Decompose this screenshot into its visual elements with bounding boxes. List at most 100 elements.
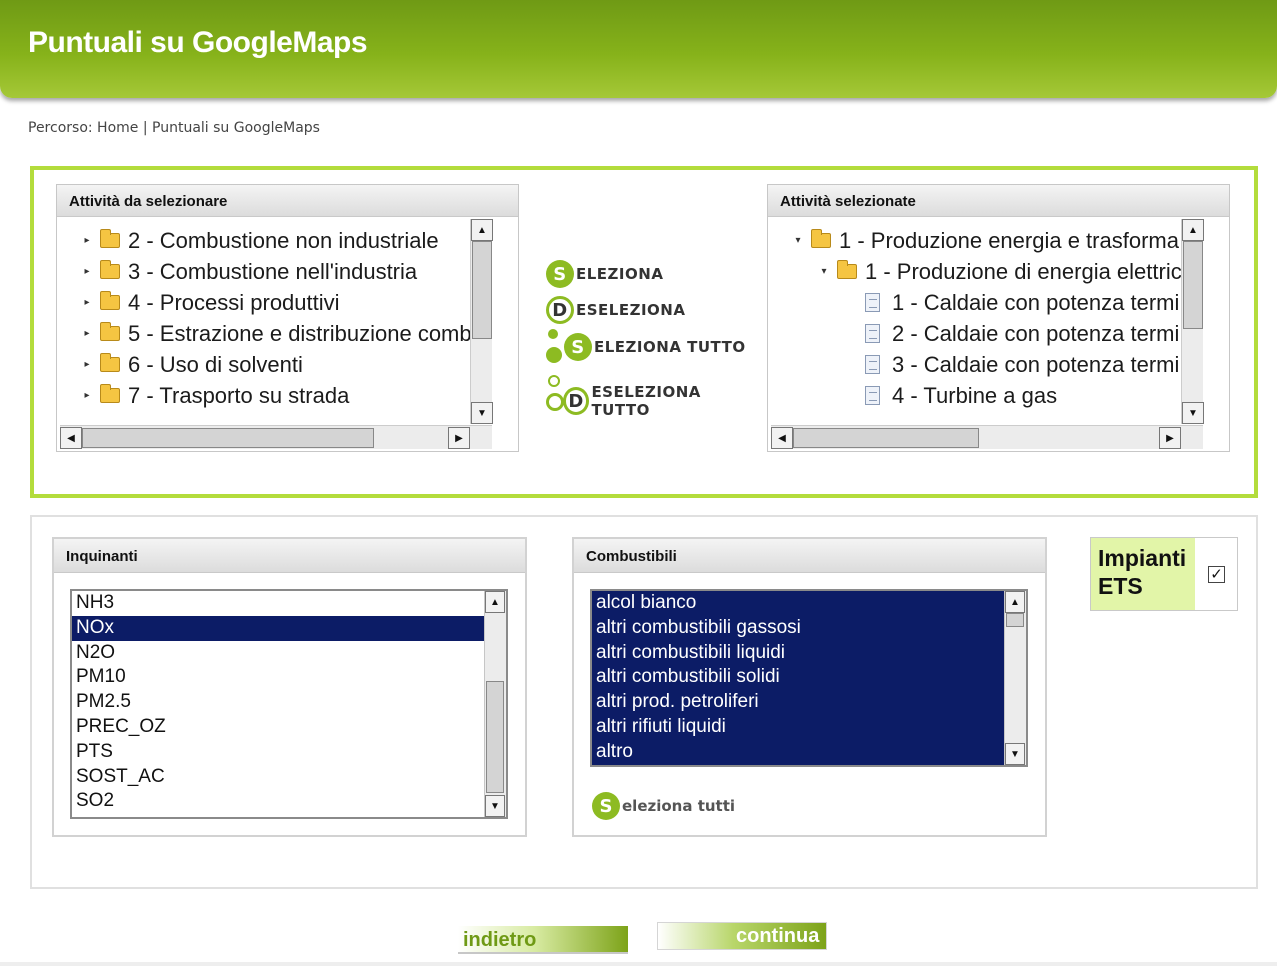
tree-item[interactable]: 1 - Caldaie con potenza termi: [771, 287, 1183, 318]
expand-arrow-icon[interactable]: ▸: [80, 235, 94, 246]
selected-activities-tree[interactable]: ▾ 1 - Produzione energia e trasforma ▾ 1…: [771, 219, 1183, 424]
pollutants-listbox[interactable]: NH3 NOx N2O PM10 PM2.5 PREC_OZ PTS SOST_…: [70, 589, 508, 819]
tree-item-label: 4 - Processi produttivi: [128, 289, 340, 315]
list-item-selected[interactable]: altri rifiuti liquidi: [592, 714, 1006, 740]
list-item-selected[interactable]: NOx: [72, 615, 486, 641]
tree-item-label: 1 - Caldaie con potenza termi: [892, 289, 1180, 315]
vertical-scrollbar[interactable]: ▲ ▼: [484, 591, 506, 817]
vertical-scrollbar[interactable]: ▲ ▼: [1004, 591, 1026, 765]
selected-activities-title: Attività selezionate: [768, 185, 1229, 217]
scroll-down-icon[interactable]: ▼: [471, 402, 493, 424]
deselect-all-button[interactable]: D ESELEZIONA TUTTO: [546, 375, 754, 419]
list-item[interactable]: PREC_OZ: [72, 715, 486, 740]
tree-item-label: 2 - Combustione non industriale: [128, 227, 439, 253]
collapse-arrow-icon[interactable]: ▾: [791, 235, 805, 246]
folder-icon: [837, 260, 857, 279]
vertical-scrollbar[interactable]: ▲ ▼: [1181, 219, 1204, 424]
scroll-up-icon[interactable]: ▲: [1005, 591, 1025, 613]
deselect-button[interactable]: D ESELEZIONA: [546, 296, 685, 324]
tree-item[interactable]: ▾ 1 - Produzione di energia elettric: [771, 256, 1183, 287]
page-title: Puntuali su GoogleMaps: [28, 26, 368, 59]
tree-item-label: 1 - Produzione energia e trasforma: [839, 227, 1179, 253]
list-item[interactable]: SOST_AC: [72, 765, 486, 790]
scrollbar-thumb[interactable]: [472, 241, 492, 339]
tree-item-label: 5 - Estrazione e distribuzione comb: [128, 320, 472, 346]
ets-checkbox[interactable]: ✓: [1208, 566, 1225, 583]
expand-arrow-icon[interactable]: ▸: [80, 328, 94, 339]
available-activities-tree[interactable]: ▸ 2 - Combustione non industriale ▸ 3 - …: [60, 219, 492, 424]
folder-icon: [100, 260, 120, 279]
select-button[interactable]: S ELEZIONA: [546, 260, 663, 288]
expand-arrow-icon[interactable]: ▸: [80, 266, 94, 277]
list-item-selected[interactable]: altri prod. petroliferi: [592, 690, 1006, 715]
list-item[interactable]: SO2: [72, 789, 486, 814]
collapse-arrow-icon[interactable]: ▾: [817, 266, 831, 277]
scroll-right-icon[interactable]: ▶: [448, 427, 470, 449]
tree-item[interactable]: ▸ 6 - Uso di solventi: [60, 349, 492, 380]
tree-item-label: 6 - Uso di solventi: [128, 351, 303, 377]
fuels-listbox[interactable]: alcol bianco altri combustibili gassosi …: [590, 589, 1028, 767]
tree-item-label: 3 - Caldaie con potenza termi: [892, 351, 1180, 377]
scroll-up-icon[interactable]: ▲: [471, 219, 493, 241]
horizontal-scrollbar[interactable]: ◀ ▶: [771, 425, 1203, 449]
vertical-scrollbar[interactable]: ▲ ▼: [470, 219, 493, 424]
list-item[interactable]: PTS: [72, 740, 486, 765]
tree-item[interactable]: ▸ 7 - Trasporto su strada: [60, 380, 492, 411]
decorative-dot-icon: [546, 347, 562, 363]
decorative-dot-icon: [548, 329, 558, 339]
list-item[interactable]: N2O: [72, 641, 486, 666]
folder-icon: [811, 229, 831, 248]
list-item-selected[interactable]: altro: [592, 739, 1006, 765]
scrollbar-thumb[interactable]: [1183, 241, 1203, 329]
scroll-left-icon[interactable]: ◀: [60, 427, 82, 449]
list-item-selected[interactable]: altri combustibili solidi: [592, 665, 1006, 691]
tree-item-label: 1 - Produzione di energia elettric: [865, 258, 1182, 284]
footer-divider: [0, 962, 1277, 966]
app-header: Puntuali su GoogleMaps: [0, 0, 1277, 98]
scroll-down-icon[interactable]: ▼: [1005, 743, 1025, 765]
folder-icon: [100, 322, 120, 341]
select-all-button[interactable]: S ELEZIONA TUTTO: [546, 329, 746, 363]
tree-item-label: 3 - Combustione nell'industria: [128, 258, 418, 284]
ets-filter: Impianti ETS ✓: [1090, 537, 1238, 611]
tree-item-label: 4 - Turbine a gas: [892, 382, 1058, 408]
list-item-selected[interactable]: alcol bianco: [592, 591, 1006, 616]
scroll-up-icon[interactable]: ▲: [485, 591, 505, 613]
scroll-up-icon[interactable]: ▲: [1182, 219, 1204, 241]
list-item[interactable]: PM10: [72, 665, 486, 690]
breadcrumb: Percorso: Home | Puntuali su GoogleMaps: [28, 120, 320, 136]
scrollbar-thumb[interactable]: [1006, 613, 1024, 627]
list-item[interactable]: PM2.5: [72, 690, 486, 715]
list-item-selected[interactable]: altri combustibili gassosi: [592, 615, 1006, 641]
scroll-down-icon[interactable]: ▼: [1182, 402, 1204, 424]
tree-item[interactable]: 3 - Caldaie con potenza termi: [771, 349, 1183, 380]
list-item-selected[interactable]: altri combustibili liquidi: [592, 640, 1006, 666]
document-icon: [865, 355, 880, 374]
decorative-ring-icon: [548, 375, 560, 387]
tree-item[interactable]: ▸ 4 - Processi produttivi: [60, 287, 492, 318]
tree-item[interactable]: 4 - Turbine a gas: [771, 380, 1183, 411]
tree-item[interactable]: ▸ 5 - Estrazione e distribuzione comb: [60, 318, 492, 349]
scrollbar-thumb[interactable]: [486, 681, 504, 793]
continue-button[interactable]: continua: [657, 922, 827, 950]
pollutants-box: Inquinanti NH3 NOx N2O PM10 PM2.5 PREC_O…: [52, 537, 527, 837]
tree-item[interactable]: ▸ 3 - Combustione nell'industria: [60, 256, 492, 287]
scrollbar-thumb[interactable]: [82, 428, 374, 448]
select-all-fuels-button[interactable]: S eleziona tutti: [592, 792, 735, 820]
tree-item[interactable]: ▾ 1 - Produzione energia e trasforma: [771, 225, 1183, 256]
expand-arrow-icon[interactable]: ▸: [80, 390, 94, 401]
scroll-down-icon[interactable]: ▼: [485, 795, 505, 817]
list-item[interactable]: NH3: [72, 591, 486, 616]
scrollbar-thumb[interactable]: [793, 428, 979, 448]
tree-item[interactable]: ▸ 2 - Combustione non industriale: [60, 225, 492, 256]
tree-item[interactable]: 2 - Caldaie con potenza termi: [771, 318, 1183, 349]
expand-arrow-icon[interactable]: ▸: [80, 297, 94, 308]
scroll-right-icon[interactable]: ▶: [1159, 427, 1181, 449]
scroll-left-icon[interactable]: ◀: [771, 427, 793, 449]
expand-arrow-icon[interactable]: ▸: [80, 359, 94, 370]
horizontal-scrollbar[interactable]: ◀ ▶: [60, 425, 492, 449]
document-icon: [865, 293, 880, 312]
back-button[interactable]: indietro: [458, 926, 628, 954]
selected-activities-box: Attività selezionate ▾ 1 - Produzione en…: [767, 184, 1230, 452]
pollutants-title: Inquinanti: [54, 539, 525, 573]
